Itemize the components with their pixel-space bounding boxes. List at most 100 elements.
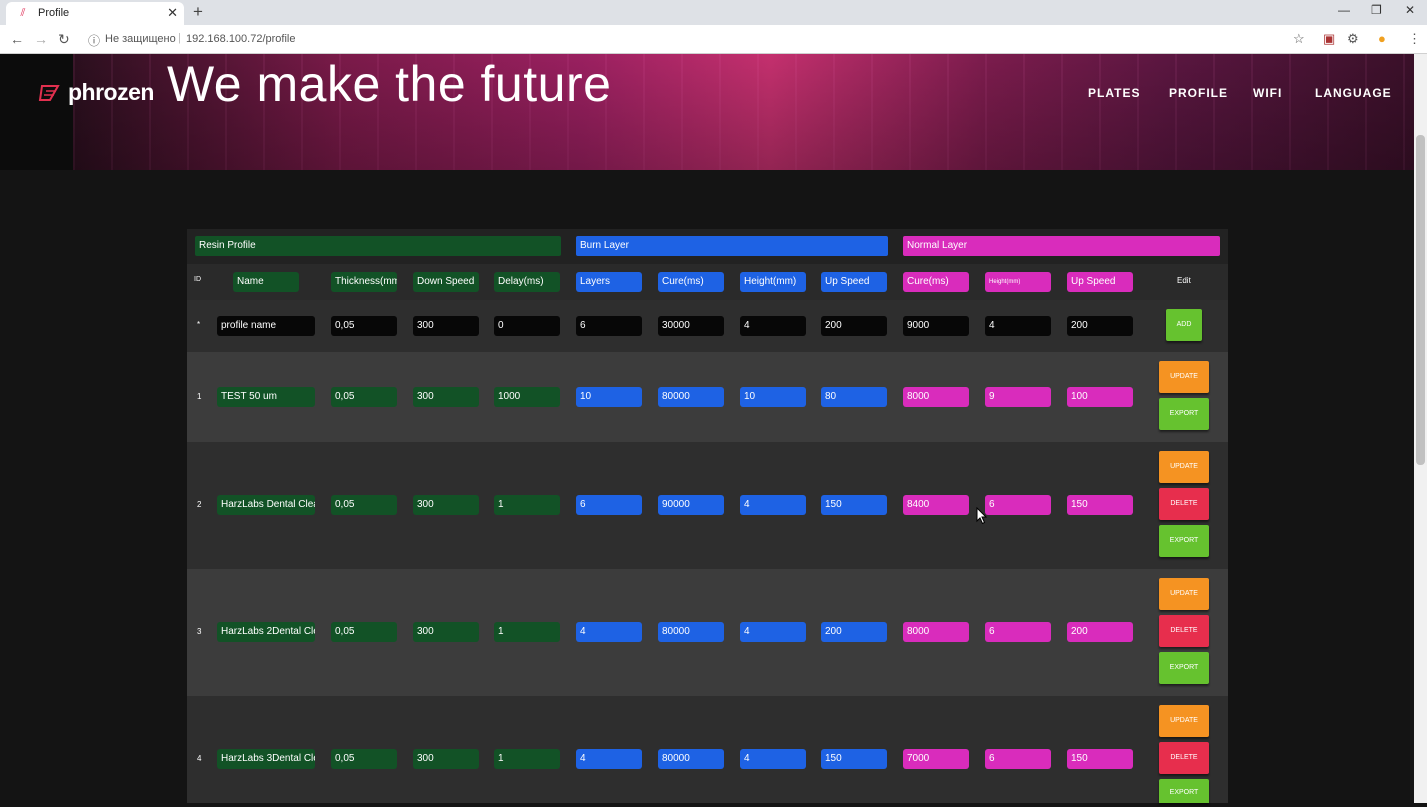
new-thickness-input[interactable]: 0,05	[331, 316, 397, 336]
delete-button[interactable]: DELETE	[1159, 615, 1209, 647]
page-scrollbar-thumb[interactable]	[1416, 135, 1425, 465]
extension-icon[interactable]: ⚙	[1347, 31, 1359, 47]
burn-height-input[interactable]: 4	[740, 749, 806, 769]
restore-icon[interactable]: ❐	[1371, 3, 1382, 17]
update-button[interactable]: UPDATE	[1159, 361, 1209, 393]
burn-up-speed-input[interactable]: 80	[821, 387, 887, 407]
export-button[interactable]: EXPORT	[1159, 779, 1209, 803]
normal-height-input[interactable]: 6	[985, 622, 1051, 642]
down-speed-input[interactable]: 300	[413, 749, 479, 769]
name-input[interactable]: TEST 50 um	[217, 387, 315, 407]
burn-cure-input[interactable]: 80000	[658, 622, 724, 642]
burn-height-input[interactable]: 10	[740, 387, 806, 407]
new-down-speed-input[interactable]: 300	[413, 316, 479, 336]
burn-cure-input[interactable]: 80000	[658, 387, 724, 407]
name-input[interactable]: HarzLabs 2Dental Clea	[217, 622, 315, 642]
normal-up-speed-input[interactable]: 200	[1067, 622, 1133, 642]
delete-button[interactable]: DELETE	[1159, 488, 1209, 520]
name-input[interactable]: HarzLabs Dental Clear	[217, 495, 315, 515]
nav-wifi[interactable]: WIFI	[1253, 86, 1282, 100]
normal-cure-input[interactable]: 8000	[903, 387, 969, 407]
normal-height-input[interactable]: 9	[985, 387, 1051, 407]
new-burn-height-input[interactable]: 4	[740, 316, 806, 336]
burn-layers-input[interactable]: 4	[576, 622, 642, 642]
export-button[interactable]: EXPORT	[1159, 652, 1209, 684]
update-button[interactable]: UPDATE	[1159, 705, 1209, 737]
new-normal-cure-input[interactable]: 9000	[903, 316, 969, 336]
normal-up-speed-input[interactable]: 100	[1067, 387, 1133, 407]
normal-cure-input[interactable]: 7000	[903, 749, 969, 769]
reload-icon[interactable]: ↻	[58, 31, 70, 48]
group-normal-layer: Normal Layer	[903, 236, 1220, 256]
normal-cure-input[interactable]: 8000	[903, 622, 969, 642]
delay-input[interactable]: 1	[494, 495, 560, 515]
bookmark-star-icon[interactable]: ☆	[1293, 31, 1305, 47]
add-button[interactable]: ADD	[1166, 309, 1202, 341]
burn-height-input[interactable]: 4	[740, 622, 806, 642]
new-burn-cure-input[interactable]: 30000	[658, 316, 724, 336]
nav-language[interactable]: LANGUAGE	[1315, 86, 1392, 100]
normal-height-input[interactable]: 6	[985, 749, 1051, 769]
normal-height-input[interactable]: 6	[985, 495, 1051, 515]
url-input[interactable]: 192.168.100.72/profile	[186, 33, 295, 45]
nav-profile[interactable]: PROFILE	[1169, 86, 1228, 100]
new-normal-height-input[interactable]: 4	[985, 316, 1051, 336]
minimize-icon[interactable]: —	[1338, 3, 1350, 17]
table-row: 3 HarzLabs 2Dental Clea 0,05 300 1 4 800…	[187, 569, 1228, 696]
address-bar: ← → ↻ ⓘ Не защищено | 192.168.100.72/pro…	[0, 25, 1427, 54]
pdf-extension-icon[interactable]: ▣	[1323, 31, 1335, 47]
new-name-input[interactable]: profile name	[217, 316, 315, 336]
browser-tab[interactable]: ⫽ Profile ✕	[6, 2, 184, 25]
new-tab-icon[interactable]: +	[193, 2, 203, 22]
down-speed-input[interactable]: 300	[413, 622, 479, 642]
close-tab-icon[interactable]: ✕	[167, 5, 178, 21]
phrozen-logo-icon	[38, 85, 60, 101]
col-normal-cure: Cure(ms)	[903, 272, 969, 292]
new-delay-input[interactable]: 0	[494, 316, 560, 336]
export-button[interactable]: EXPORT	[1159, 398, 1209, 430]
normal-up-speed-input[interactable]: 150	[1067, 495, 1133, 515]
close-window-icon[interactable]: ✕	[1405, 3, 1415, 17]
update-button[interactable]: UPDATE	[1159, 451, 1209, 483]
browser-menu-icon[interactable]: ⋮	[1408, 31, 1421, 47]
thickness-input[interactable]: 0,05	[331, 495, 397, 515]
new-burn-up-speed-input[interactable]: 200	[821, 316, 887, 336]
name-input[interactable]: HarzLabs 3Dental Clea	[217, 749, 315, 769]
new-burn-layers-input[interactable]: 6	[576, 316, 642, 336]
info-icon[interactable]: ⓘ	[88, 32, 100, 49]
burn-layers-input[interactable]: 4	[576, 749, 642, 769]
col-edit: Edit	[1177, 276, 1191, 285]
burn-up-speed-input[interactable]: 200	[821, 622, 887, 642]
down-speed-input[interactable]: 300	[413, 495, 479, 515]
profile-avatar-icon[interactable]: ●	[1378, 31, 1386, 46]
new-normal-up-speed-input[interactable]: 200	[1067, 316, 1133, 336]
table-row: 2 HarzLabs Dental Clear 0,05 300 1 6 900…	[187, 442, 1228, 569]
burn-up-speed-input[interactable]: 150	[821, 749, 887, 769]
nav-plates[interactable]: PLATES	[1088, 86, 1140, 100]
delay-input[interactable]: 1	[494, 622, 560, 642]
delay-input[interactable]: 1	[494, 749, 560, 769]
col-thickness: Thickness(mm	[331, 272, 397, 292]
down-speed-input[interactable]: 300	[413, 387, 479, 407]
security-label[interactable]: Не защищено	[105, 33, 176, 45]
col-normal-height: Height(mm)	[985, 272, 1051, 292]
thickness-input[interactable]: 0,05	[331, 749, 397, 769]
delay-input[interactable]: 1000	[494, 387, 560, 407]
col-name: Name	[233, 272, 299, 292]
burn-layers-input[interactable]: 6	[576, 495, 642, 515]
burn-layers-input[interactable]: 10	[576, 387, 642, 407]
burn-up-speed-input[interactable]: 150	[821, 495, 887, 515]
logo-text[interactable]: phrozen	[68, 79, 154, 106]
normal-cure-input[interactable]: 8400	[903, 495, 969, 515]
export-button[interactable]: EXPORT	[1159, 525, 1209, 557]
burn-cure-input[interactable]: 80000	[658, 749, 724, 769]
update-button[interactable]: UPDATE	[1159, 578, 1209, 610]
back-icon[interactable]: ←	[10, 31, 24, 47]
forward-icon[interactable]: →	[34, 31, 48, 47]
normal-up-speed-input[interactable]: 150	[1067, 749, 1133, 769]
burn-cure-input[interactable]: 90000	[658, 495, 724, 515]
thickness-input[interactable]: 0,05	[331, 387, 397, 407]
thickness-input[interactable]: 0,05	[331, 622, 397, 642]
burn-height-input[interactable]: 4	[740, 495, 806, 515]
delete-button[interactable]: DELETE	[1159, 742, 1209, 774]
